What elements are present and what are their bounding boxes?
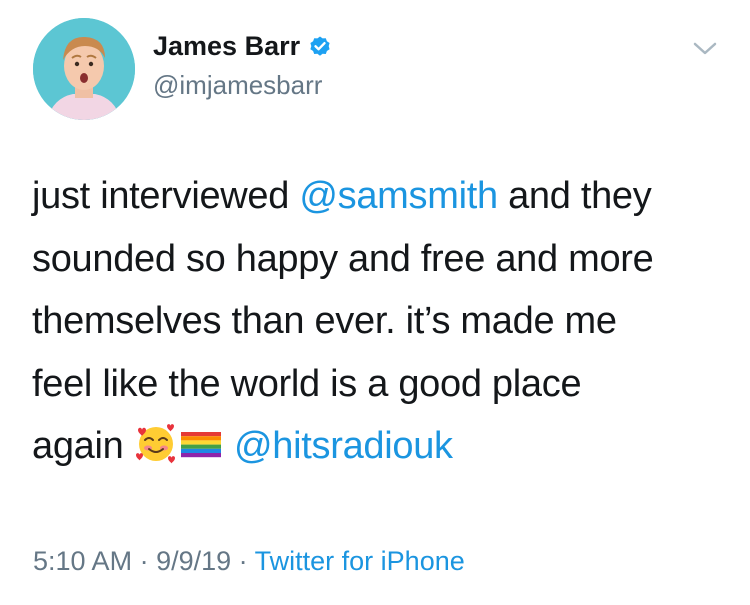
tweet-date[interactable]: 9/9/19	[156, 546, 231, 576]
tweet-line-5: again @hitsradiouk	[32, 415, 722, 486]
tweet-line-2: sounded so happy and free and more	[32, 237, 654, 280]
mention-link-samsmith[interactable]: @samsmith	[299, 175, 498, 217]
profile-photo-icon	[33, 18, 135, 120]
tweet-card: James Barr @imjamesbarr just interviewed…	[0, 0, 750, 605]
tweet-line-1: just interviewed @samsmith and they	[32, 165, 722, 228]
tweet-metadata: 5:10 AM · 9/9/19 · Twitter for iPhone	[33, 546, 465, 577]
tweet-source-link[interactable]: Twitter for iPhone	[255, 546, 465, 576]
tweet-time[interactable]: 5:10 AM	[33, 546, 132, 576]
tweet-text: just interviewed @samsmith and they soun…	[32, 165, 722, 486]
chevron-down-icon[interactable]	[690, 38, 720, 60]
smiling-face-with-hearts-icon	[134, 422, 178, 486]
meta-separator: ·	[132, 546, 157, 576]
meta-separator: ·	[231, 546, 255, 576]
author-name[interactable]: James Barr	[153, 31, 332, 62]
author-handle[interactable]: @imjamesbarr	[153, 70, 322, 101]
tweet-line-4: feel like the world is a good place	[32, 362, 582, 405]
tweet-text-segment: just interviewed	[32, 175, 300, 217]
avatar[interactable]	[33, 18, 135, 120]
tweet-text-segment: again	[32, 425, 134, 467]
display-name-text: James Barr	[153, 31, 301, 61]
mention-link-hitsradiouk[interactable]: @hitsradiouk	[234, 425, 453, 467]
verified-badge-icon	[308, 35, 332, 59]
tweet-text-segment: and they	[497, 175, 652, 217]
rainbow-flag-icon	[178, 422, 224, 486]
tweet-line-3: themselves than ever. it’s made me	[32, 300, 617, 342]
